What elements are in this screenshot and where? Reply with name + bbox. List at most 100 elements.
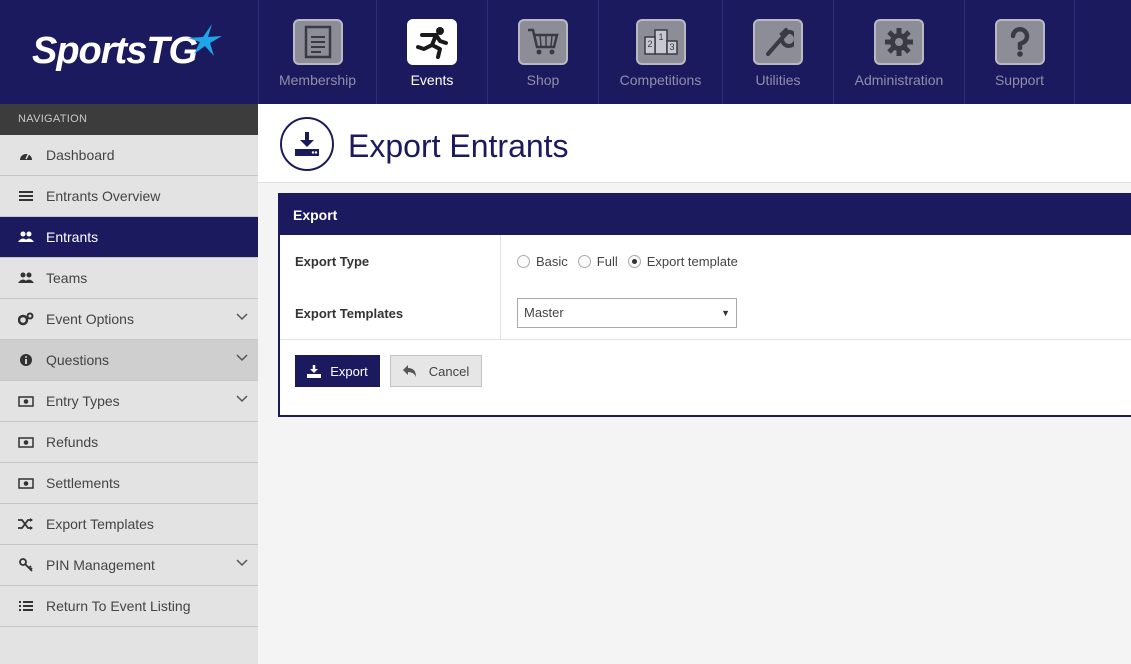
- sidebar-item-teams[interactable]: Teams: [0, 258, 258, 299]
- download-icon: [280, 117, 334, 171]
- sidebar-item-label: Settlements: [46, 475, 120, 491]
- topnav-label: Administration: [854, 72, 944, 88]
- money-icon: [18, 435, 34, 449]
- radio-basic[interactable]: Basic: [517, 254, 568, 269]
- sidebar-item-label: Return To Event Listing: [46, 598, 191, 614]
- sidebar-item-export-templates[interactable]: Export Templates: [0, 504, 258, 545]
- topnav-label: Competitions: [619, 72, 702, 88]
- export-template-select[interactable]: Master ▼: [517, 298, 737, 328]
- sidebar-item-label: Export Templates: [46, 516, 154, 532]
- list-icon: [18, 599, 34, 613]
- sidebar-item-label: Dashboard: [46, 147, 115, 163]
- top-header: SportsTG Membership Events Shop 12 3 Comp…: [0, 0, 1131, 104]
- star-icon: [188, 24, 222, 56]
- sidebar-item-label: Refunds: [46, 434, 99, 450]
- reply-arrow-icon: [402, 365, 416, 377]
- topnav-label: Utilities: [755, 72, 801, 88]
- cancel-button-label: Cancel: [428, 363, 470, 379]
- sidebar-item-pin-management[interactable]: PIN Management: [0, 545, 258, 586]
- caret-down-icon: ▼: [721, 308, 730, 318]
- sidebar: NAVIGATION Dashboard Entrants Overview E…: [0, 104, 258, 664]
- sidebar-item-return-to-event-listing[interactable]: Return To Event Listing: [0, 586, 258, 627]
- topnav-administration[interactable]: Administration: [833, 0, 964, 104]
- radio-full[interactable]: Full: [577, 253, 618, 269]
- radio-label: Full: [596, 253, 618, 269]
- sidebar-item-event-options[interactable]: Event Options: [0, 299, 258, 340]
- radio-label: Export template: [646, 253, 738, 269]
- sidebar-item-refunds[interactable]: Refunds: [0, 422, 258, 463]
- topnav-label: Membership: [278, 72, 357, 88]
- topnav-label: Events: [410, 72, 454, 88]
- sidebar-item-label: PIN Management: [46, 557, 155, 573]
- podium-icon: 12 3: [635, 19, 686, 65]
- topnav-support[interactable]: Support: [964, 0, 1075, 104]
- cancel-button[interactable]: Cancel: [390, 355, 482, 387]
- export-templates-label: Export Templates: [280, 287, 501, 339]
- svg-text:3: 3: [669, 42, 674, 52]
- money-icon: [18, 394, 34, 408]
- form-actions: Export Cancel: [280, 339, 1131, 415]
- export-button[interactable]: Export: [295, 355, 380, 387]
- chevron-down-icon[interactable]: [236, 395, 248, 403]
- top-navigation: Membership Events Shop 123 Competitions …: [258, 0, 1075, 104]
- sidebar-item-entrants[interactable]: Entrants: [0, 217, 258, 258]
- sidebar-heading: NAVIGATION: [0, 104, 258, 135]
- gear-icon: [874, 19, 924, 65]
- running-person-icon: [407, 19, 457, 65]
- topnav-competitions[interactable]: 12 3 Competitions: [598, 0, 722, 104]
- export-templates-row: Export Templates Master ▼: [280, 287, 1131, 339]
- chevron-down-icon[interactable]: [236, 354, 248, 362]
- clipboard-icon: [292, 19, 343, 65]
- sidebar-item-entry-types[interactable]: Entry Types: [0, 381, 258, 422]
- sidebar-item-label: Entry Types: [46, 393, 120, 409]
- svg-text:2: 2: [647, 39, 652, 49]
- topnav-shop[interactable]: Shop: [487, 0, 598, 104]
- key-icon: [18, 558, 34, 572]
- dashboard-icon: [18, 148, 34, 162]
- logo-text: SportsTG: [32, 30, 198, 72]
- panel-title: Export: [280, 195, 1131, 235]
- export-button-label: Export: [330, 363, 368, 379]
- topnav-label: Shop: [526, 72, 560, 88]
- shopping-cart-icon: [518, 19, 568, 65]
- topnav-membership[interactable]: Membership: [258, 0, 376, 104]
- info-icon: [18, 353, 34, 367]
- radio-circle[interactable]: [627, 254, 641, 268]
- sidebar-item-label: Entrants: [46, 229, 99, 245]
- export-type-row: Export Type Basic Full Export template: [280, 235, 1131, 287]
- sidebar-item-label: Event Options: [46, 311, 134, 327]
- sidebar-item-settlements[interactable]: Settlements: [0, 463, 258, 504]
- export-type-options: Basic Full Export template: [501, 235, 748, 287]
- select-value: Master: [524, 305, 564, 320]
- chevron-down-icon[interactable]: [236, 559, 248, 567]
- radio-label: Basic: [536, 253, 568, 269]
- chevron-down-icon[interactable]: [236, 313, 248, 321]
- radio-circle[interactable]: [517, 254, 530, 268]
- users-icon: [18, 271, 34, 285]
- page-header: Export Entrants: [258, 104, 1131, 183]
- sidebar-item-label: Questions: [46, 352, 110, 368]
- page-title: Export Entrants: [348, 128, 569, 164]
- sidebar-item-entrants-overview[interactable]: Entrants Overview: [0, 176, 258, 217]
- users-icon: [18, 230, 34, 244]
- svg-text:1: 1: [658, 32, 663, 42]
- export-type-label: Export Type: [280, 235, 501, 287]
- question-icon: [994, 19, 1045, 65]
- export-panel: Export Export Type Basic Full Export tem…: [278, 193, 1131, 417]
- topnav-utilities[interactable]: Utilities: [722, 0, 833, 104]
- wrench-icon: [753, 19, 803, 65]
- radio-circle[interactable]: [577, 254, 591, 268]
- sidebar-item-dashboard[interactable]: Dashboard: [0, 135, 258, 176]
- download-icon: [307, 364, 322, 378]
- cogs-icon: [18, 312, 34, 326]
- list-icon: [18, 189, 34, 203]
- sidebar-item-label: Teams: [46, 270, 88, 286]
- topnav-events[interactable]: Events: [376, 0, 487, 104]
- sportstg-logo[interactable]: SportsTG: [0, 0, 258, 104]
- sidebar-item-questions[interactable]: Questions: [0, 340, 258, 381]
- radio-export-template[interactable]: Export template: [627, 253, 738, 269]
- export-templates-control: Master ▼: [501, 287, 737, 339]
- topnav-label: Support: [994, 72, 1045, 88]
- sidebar-item-label: Entrants Overview: [46, 188, 161, 204]
- money-icon: [18, 476, 34, 490]
